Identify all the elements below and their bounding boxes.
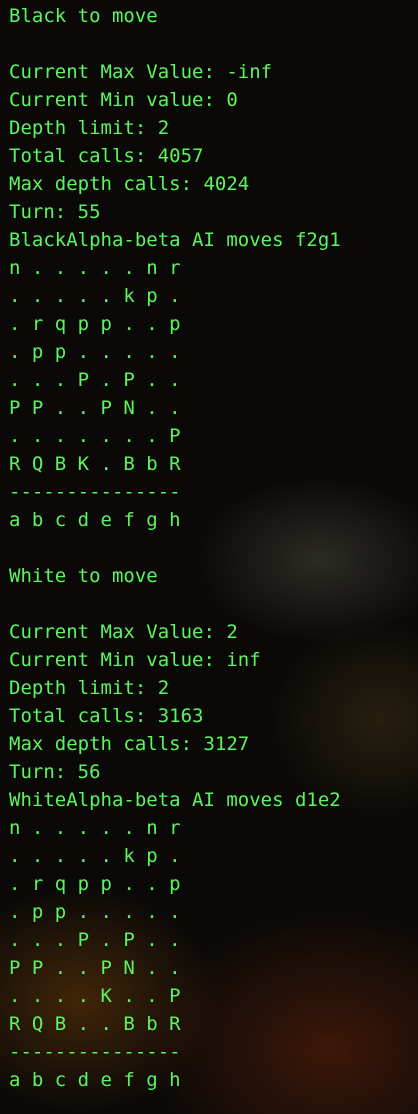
board-rank-line: . r q p p . . p [9,873,181,895]
terminal-output[interactable]: Black to move Current Max Value: -inf Cu… [0,0,418,1114]
turn-line: Turn: 56 [9,761,101,783]
board-rank-line: . . . . K . . P [9,985,181,1007]
max-value-line: Current Max Value: 2 [9,621,238,643]
max-depth-calls-line: Max depth calls: 4024 [9,173,250,195]
board-rank-line: . . . P . P . . [9,929,181,951]
max-depth-calls-line: Max depth calls: 3127 [9,733,250,755]
status-line: White to move [9,565,158,587]
board-rank-line: . . . . . k p . [9,285,181,307]
board-rank-line: n . . . . . n r [9,257,181,279]
min-value-line: Current Min value: inf [9,649,261,671]
board-divider-line: --------------- [9,1041,181,1063]
board-rank-line: . r q p p . . p [9,313,181,335]
total-calls-line: Total calls: 3163 [9,705,204,727]
board-rank-line: . . . . . . . P [9,425,181,447]
board-rank-line: . . . P . P . . [9,369,181,391]
min-value-line: Current Min value: 0 [9,89,238,111]
status-line: Black to move [9,5,158,27]
board-rank-line: n . . . . . n r [9,817,181,839]
max-value-line: Current Max Value: -inf [9,61,273,83]
board-rank-line: . p p . . . . . [9,341,181,363]
board-rank-line: . p p . . . . . [9,901,181,923]
turn-line: Turn: 55 [9,201,101,223]
board-rank-line: P P . . P N . . [9,397,181,419]
board-files-line: a b c d e f g h [9,1069,181,1091]
depth-limit-line: Depth limit: 2 [9,677,170,699]
board-divider-line: --------------- [9,481,181,503]
board-rank-line: R Q B . . B b R [9,1013,181,1035]
board-files-line: a b c d e f g h [9,509,181,531]
board-rank-line: . . . . . k p . [9,845,181,867]
total-calls-line: Total calls: 4057 [9,145,204,167]
ai-move-line: WhiteAlpha-beta AI moves d1e2 [9,789,341,811]
board-rank-line: P P . . P N . . [9,957,181,979]
depth-limit-line: Depth limit: 2 [9,117,170,139]
ai-move-line: BlackAlpha-beta AI moves f2g1 [9,229,341,251]
board-rank-line: R Q B K . B b R [9,453,181,475]
